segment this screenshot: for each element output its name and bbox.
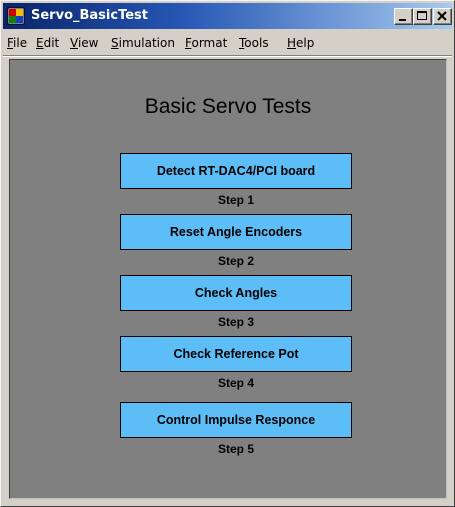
menu-file[interactable]: File — [7, 35, 27, 52]
step-label: Step 1 — [217, 193, 254, 207]
control-impulse-response-block[interactable]: Control Impulse Responce — [120, 402, 352, 438]
menu-separator — [3, 55, 452, 57]
step-label: Step 5 — [217, 442, 254, 456]
window-title: Servo_BasicTest — [31, 8, 148, 23]
canvas-title: Basic Servo Tests — [144, 95, 312, 118]
title-bar[interactable]: Servo_BasicTest — [3, 3, 452, 29]
step-label: Step 3 — [217, 315, 254, 329]
menu-tools[interactable]: Tools — [239, 35, 269, 52]
reset-encoders-block[interactable]: Reset Angle Encoders — [120, 214, 352, 250]
minimize-button[interactable] — [394, 8, 413, 25]
detect-board-block[interactable]: Detect RT-DAC4/PCI board — [120, 153, 352, 189]
close-button[interactable] — [433, 8, 452, 25]
menu-edit[interactable]: Edit — [36, 35, 59, 52]
menu-simulation[interactable]: Simulation — [111, 35, 175, 52]
maximize-icon — [417, 11, 427, 20]
simulink-model-icon[interactable] — [7, 7, 25, 25]
menu-help[interactable]: Help — [287, 35, 314, 52]
step-label: Step 2 — [217, 254, 254, 268]
menu-format[interactable]: Format — [185, 35, 227, 52]
model-window: Servo_BasicTest File Edit View Simulatio… — [0, 0, 455, 507]
model-canvas[interactable]: Basic Servo Tests Detect RT-DAC4/PCI boa… — [9, 59, 447, 499]
check-angles-block[interactable]: Check Angles — [120, 275, 352, 311]
step-label: Step 4 — [217, 376, 254, 390]
menu-bar: File Edit View Simulation Format Tools H… — [3, 31, 452, 55]
minimize-icon — [399, 19, 406, 21]
maximize-button[interactable] — [413, 8, 432, 25]
menu-view[interactable]: View — [70, 35, 98, 52]
check-reference-pot-block[interactable]: Check Reference Pot — [120, 336, 352, 372]
close-icon — [437, 11, 447, 21]
